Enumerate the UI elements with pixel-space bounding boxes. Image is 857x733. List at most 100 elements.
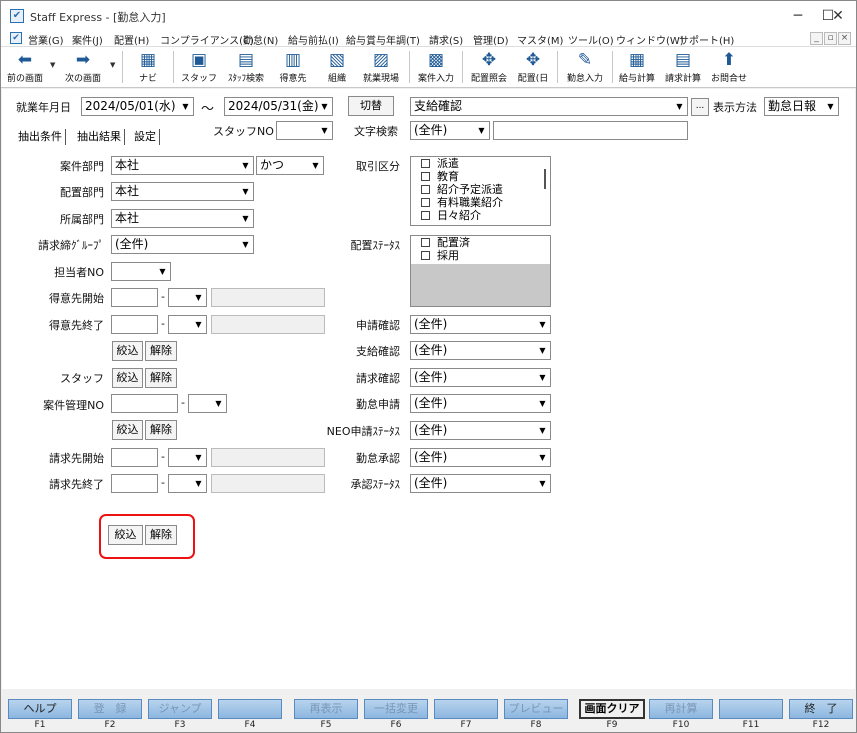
menu-placement[interactable]: 配置(H) [114, 32, 149, 47]
list-item[interactable]: 派遣 [411, 157, 550, 170]
application-confirm-select[interactable]: (全件) ▼ [410, 315, 551, 334]
help-fkey-button[interactable]: ヘルプ [8, 699, 72, 719]
customer-end-branch-select[interactable]: ▼ [168, 315, 207, 334]
menu-tools[interactable]: ツール(O) [568, 32, 614, 47]
recalc-fkey-button[interactable]: 再計算 [649, 699, 713, 719]
next-screen-button[interactable]: ➡ 次の画面 [59, 48, 107, 86]
tab-settings[interactable]: 設定 [134, 129, 160, 145]
list-item[interactable]: 有料職業紹介 [411, 196, 550, 209]
billing-calc-button[interactable]: ▤ 請求計算 [661, 48, 705, 86]
checkbox[interactable] [421, 185, 430, 194]
f7-fkey-button[interactable] [434, 699, 498, 719]
customer-start-code-input[interactable] [111, 288, 158, 307]
checkbox[interactable] [421, 172, 430, 181]
payroll-calc-button[interactable]: ▦ 給与計算 [615, 48, 659, 86]
menu-billing[interactable]: 請求(S) [429, 32, 463, 47]
project-no-branch-select[interactable]: ▼ [188, 394, 227, 413]
toggle-button[interactable]: 切替 [348, 96, 394, 116]
tab-extract-conditions[interactable]: 抽出条件 [18, 129, 66, 145]
staff-search-button[interactable]: ▤ ｽﾀｯﾌ検索 [221, 48, 271, 86]
display-method-select[interactable]: 勤怠日報 ▼ [764, 97, 839, 116]
trade-type-listbox[interactable]: 派遣 教育 紹介予定派遣 有料職業紹介 日々紹介 [410, 156, 551, 226]
organization-button[interactable]: ▧ 組織 [319, 48, 355, 86]
attendance-input-button[interactable]: ✎ 勤怠入力 [561, 48, 609, 86]
f4-fkey-button[interactable] [218, 699, 282, 719]
tab-extract-results[interactable]: 抽出結果 [77, 129, 125, 145]
dept-condition-select[interactable]: かつ ▼ [256, 156, 324, 175]
checkbox[interactable] [421, 251, 430, 260]
menu-advance-pay[interactable]: 給与前払(I) [288, 32, 339, 47]
staff-narrow-button[interactable]: 絞込 [112, 368, 143, 388]
payment-confirm-select[interactable]: (全件) ▼ [410, 341, 551, 360]
menu-master[interactable]: マスタ(M) [517, 32, 563, 47]
belong-dept-select[interactable]: 本社 ▼ [111, 209, 254, 228]
project-dept-select[interactable]: 本社 ▼ [111, 156, 254, 175]
bulk-change-fkey-button[interactable]: 一括変更 [364, 699, 428, 719]
checkbox[interactable] [421, 198, 430, 207]
ellipsis-button[interactable]: ... [691, 98, 709, 116]
placement-day-button[interactable]: ✥ 配置(日 [514, 48, 552, 86]
attendance-approval-select[interactable]: (全件) ▼ [410, 448, 551, 467]
customer-clear-button[interactable]: 解除 [145, 341, 177, 361]
customer-end-code-input[interactable] [111, 315, 158, 334]
billto-end-branch-select[interactable]: ▼ [168, 474, 207, 493]
redisplay-fkey-button[interactable]: 再表示 [294, 699, 358, 719]
menu-salary[interactable]: 給与賞与年調(T) [346, 32, 420, 47]
worksite-button[interactable]: ▨ 就業現場 [357, 48, 405, 86]
attendance-application-select[interactable]: (全件) ▼ [410, 394, 551, 413]
inquiry-button[interactable]: ⬆ お問合せ [707, 48, 751, 86]
checkbox[interactable] [421, 211, 430, 220]
menu-compliance[interactable]: コンプライアンス(C) [160, 32, 254, 47]
list-item[interactable]: 日々紹介 [411, 209, 550, 222]
billto-start-code-input[interactable] [111, 448, 158, 467]
menu-project[interactable]: 案件(J) [72, 32, 103, 47]
checkbox[interactable] [421, 238, 430, 247]
next-dropdown-icon[interactable]: ▼ [110, 61, 115, 69]
period-from-select[interactable]: 2024/05/01(水) ▼ [81, 97, 194, 116]
project-input-button[interactable]: ▩ 案件入力 [413, 48, 459, 86]
customer-button[interactable]: ▥ 得意先 [273, 48, 313, 86]
billing-group-select[interactable]: (全件) ▼ [111, 235, 254, 254]
billing-confirm-select[interactable]: (全件) ▼ [410, 368, 551, 387]
staff-no-select[interactable]: ▼ [276, 121, 333, 140]
placement-dept-select[interactable]: 本社 ▼ [111, 182, 254, 201]
project-narrow-button[interactable]: 絞込 [112, 420, 143, 440]
project-clear-button[interactable]: 解除 [145, 420, 177, 440]
exit-fkey-button[interactable]: 終 了 [789, 699, 853, 719]
approval-status-select[interactable]: (全件) ▼ [410, 474, 551, 493]
close-button[interactable]: ✕ [823, 5, 853, 27]
menu-attendance[interactable]: 勤怠(N) [243, 32, 278, 47]
customer-narrow-button[interactable]: 絞込 [112, 341, 143, 361]
placement-status-listbox[interactable]: 配置済 採用 [410, 235, 551, 307]
project-no-input[interactable] [111, 394, 178, 413]
navi-button[interactable]: ▦ ナビ [129, 48, 167, 86]
placement-inquiry-button[interactable]: ✥ 配置照会 [465, 48, 513, 86]
register-fkey-button[interactable]: 登 録 [78, 699, 142, 719]
text-search-mode-select[interactable]: (全件) ▼ [410, 121, 490, 140]
menu-sales[interactable]: 営業(G) [28, 32, 64, 47]
staff-clear-button[interactable]: 解除 [145, 368, 177, 388]
checkbox[interactable] [421, 159, 430, 168]
mode-select[interactable]: 支給確認 ▼ [410, 97, 688, 116]
mdi-minimize-button[interactable]: _ [810, 32, 823, 45]
staff-button[interactable]: ▣ スタッフ [179, 48, 219, 86]
prev-screen-button[interactable]: ⬅ 前の画面 [3, 48, 47, 86]
list-item[interactable]: 教育 [411, 170, 550, 183]
preview-fkey-button[interactable]: プレビュー [504, 699, 568, 719]
text-search-input[interactable] [493, 121, 688, 140]
clear-screen-fkey-button[interactable]: 画面クリア [579, 699, 645, 719]
prev-dropdown-icon[interactable]: ▼ [50, 61, 55, 69]
menu-admin[interactable]: 管理(D) [473, 32, 509, 47]
manager-no-select[interactable]: ▼ [111, 262, 171, 281]
list-item[interactable]: 配置済 [411, 236, 550, 249]
period-to-select[interactable]: 2024/05/31(金) ▼ [224, 97, 333, 116]
list-item[interactable]: 採用 [411, 249, 550, 262]
jump-fkey-button[interactable]: ジャンプ [148, 699, 212, 719]
f11-fkey-button[interactable] [719, 699, 783, 719]
listbox-scrollbar[interactable] [538, 157, 550, 225]
billto-start-branch-select[interactable]: ▼ [168, 448, 207, 467]
menu-window[interactable]: ウィンドウ(W) [616, 32, 684, 47]
mdi-restore-button[interactable]: ▫ [824, 32, 837, 45]
neo-application-status-select[interactable]: (全件) ▼ [410, 421, 551, 440]
mdi-close-button[interactable]: × [838, 32, 851, 45]
